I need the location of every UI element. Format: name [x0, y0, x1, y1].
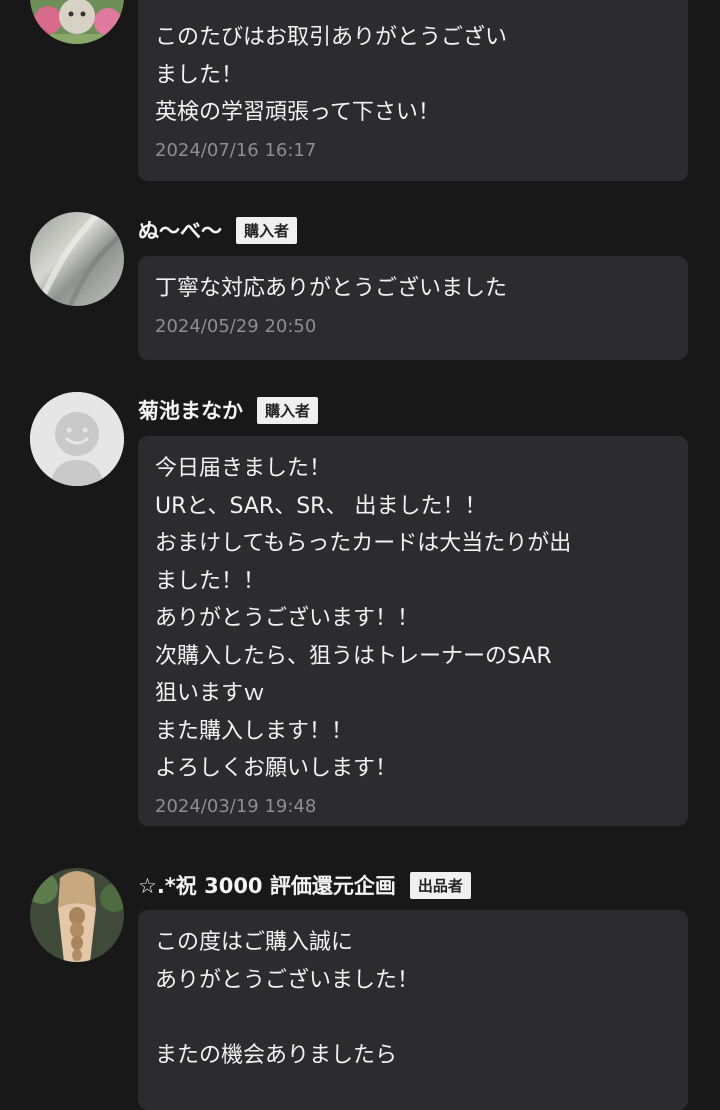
braided-hair-avatar-icon: [30, 868, 124, 962]
reviewer-header: 菊池まなか 購入者: [138, 395, 319, 425]
review-message: 丁寧な対応ありがとうございました: [155, 276, 508, 301]
reviewer-header: ☆.*祝 3000 評価還元企画 出品者: [138, 870, 471, 900]
cat-avatar-icon: [30, 0, 124, 44]
avatar[interactable]: [30, 392, 124, 486]
avatar[interactable]: [30, 0, 124, 44]
review-date: 2024/03/19 19:48: [155, 795, 317, 817]
role-badge: 購入者: [236, 216, 298, 244]
review-message: 今日届きました！ URと、SAR、SR、 出ました！！ おまけしてもらったカード…: [155, 456, 572, 781]
reviewer-header: ぬ〜べ〜 購入者: [138, 215, 298, 245]
role-badge: 出品者: [409, 871, 471, 899]
role-badge: 購入者: [257, 396, 319, 424]
review-bubble: 丁寧な対応ありがとうございました 2024/05/29 20:50: [138, 256, 688, 360]
review-date: 2024/05/29 20:50: [155, 315, 317, 337]
user-name[interactable]: 菊池まなか: [138, 395, 243, 425]
avatar[interactable]: [30, 868, 124, 962]
review-date: 2024/07/16 16:17: [155, 139, 317, 161]
review-bubble: このたびはお取引ありがとうござい ました！ 英検の学習頑張って下さい！ 2024…: [138, 0, 688, 181]
fabric-avatar-icon: [30, 212, 124, 306]
review-message: この度はご購入誠に ありがとうございました！ またの機会ありましたら: [155, 930, 420, 1068]
review-message: このたびはお取引ありがとうござい ました！ 英検の学習頑張って下さい！: [155, 25, 508, 125]
avatar[interactable]: [30, 212, 124, 306]
review-bubble: 今日届きました！ URと、SAR、SR、 出ました！！ おまけしてもらったカード…: [138, 436, 688, 826]
review-bubble: この度はご購入誠に ありがとうございました！ またの機会ありましたら: [138, 910, 688, 1110]
user-name[interactable]: ☆.*祝 3000 評価還元企画: [138, 870, 396, 900]
user-name[interactable]: ぬ〜べ〜: [138, 215, 222, 245]
default-user-icon: [30, 392, 124, 486]
